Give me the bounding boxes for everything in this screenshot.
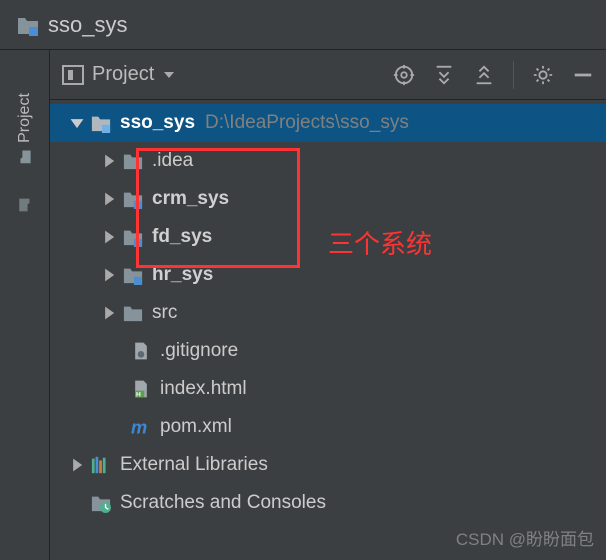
main-area: Project Project — [0, 50, 606, 560]
module-folder-icon — [122, 265, 144, 285]
chevron-right-icon — [100, 152, 118, 170]
folder-icon — [18, 197, 32, 213]
toolbar-divider — [513, 61, 514, 89]
scratches-icon — [90, 493, 112, 513]
module-folder-icon — [90, 113, 112, 133]
tree-node-label: .idea — [152, 150, 193, 172]
chevron-down-icon — [162, 68, 176, 82]
project-tree: sso_sys D:\IdeaProjects\sso_sys .idea cr… — [50, 100, 606, 560]
tree-node-label: External Libraries — [120, 454, 268, 476]
sidebar-tab-project[interactable]: Project — [16, 93, 34, 165]
module-folder-icon — [16, 14, 40, 36]
html-file-icon: H — [130, 379, 152, 399]
tree-node-crm-sys[interactable]: crm_sys — [50, 180, 606, 218]
collapse-all-icon[interactable] — [473, 64, 495, 86]
tree-node-label: .gitignore — [160, 340, 238, 362]
tree-node-pom-xml[interactable]: m pom.xml — [50, 408, 606, 446]
tree-node-label: Scratches and Consoles — [120, 492, 326, 514]
tree-node-label: sso_sys — [120, 112, 195, 134]
chevron-down-icon — [68, 114, 86, 132]
hide-icon[interactable] — [572, 64, 594, 86]
tree-node-label: crm_sys — [152, 188, 229, 210]
tree-node-label: pom.xml — [160, 416, 232, 438]
tree-node-label: fd_sys — [152, 226, 212, 248]
tree-node-gitignore[interactable]: .gitignore — [50, 332, 606, 370]
tree-node-external-libraries[interactable]: External Libraries — [50, 446, 606, 484]
tree-node-index-html[interactable]: H index.html — [50, 370, 606, 408]
maven-file-icon: m — [130, 417, 152, 437]
toolbar-left: Project — [62, 63, 176, 86]
tree-node-hr-sys[interactable]: hr_sys — [50, 256, 606, 294]
chevron-right-icon — [100, 228, 118, 246]
tree-node-src[interactable]: src — [50, 294, 606, 332]
file-icon — [130, 341, 152, 361]
chevron-right-icon — [100, 190, 118, 208]
tree-node-label: index.html — [160, 378, 247, 400]
tree-node-path: D:\IdeaProjects\sso_sys — [205, 112, 409, 134]
tree-node-scratches[interactable]: Scratches and Consoles — [50, 484, 606, 522]
chevron-right-icon — [100, 266, 118, 284]
project-view-selector[interactable]: Project — [62, 63, 176, 86]
libraries-icon — [90, 455, 112, 475]
csdn-watermark: CSDN @盼盼面包 — [456, 525, 594, 550]
tree-node-root[interactable]: sso_sys D:\IdeaProjects\sso_sys — [50, 104, 606, 142]
expand-all-icon[interactable] — [433, 64, 455, 86]
folder-icon — [122, 151, 144, 171]
toolbar-right — [393, 61, 594, 89]
select-opened-file-icon[interactable] — [393, 64, 415, 86]
chevron-right-icon — [100, 304, 118, 322]
breadcrumb-title[interactable]: sso_sys — [48, 12, 127, 38]
project-toolbar: Project — [50, 50, 606, 100]
chevron-right-icon — [68, 456, 86, 474]
project-panel: Project sso_sys D:\IdeaProjects\sso_sys — [50, 50, 606, 560]
left-sidebar: Project — [0, 50, 50, 560]
annotation-text: 三个系统 — [328, 224, 432, 261]
sidebar-tab-label: Project — [16, 93, 34, 143]
project-view-icon — [62, 65, 84, 85]
svg-text:m: m — [131, 417, 147, 437]
folder-icon — [122, 303, 144, 323]
module-folder-icon — [122, 189, 144, 209]
breadcrumb-bar: sso_sys — [0, 0, 606, 50]
svg-text:H: H — [136, 392, 141, 399]
tree-node-label: src — [152, 302, 177, 324]
tree-node-label: hr_sys — [152, 264, 213, 286]
tree-node-idea[interactable]: .idea — [50, 142, 606, 180]
gear-icon[interactable] — [532, 64, 554, 86]
project-view-label: Project — [92, 63, 154, 86]
module-folder-icon — [122, 227, 144, 247]
